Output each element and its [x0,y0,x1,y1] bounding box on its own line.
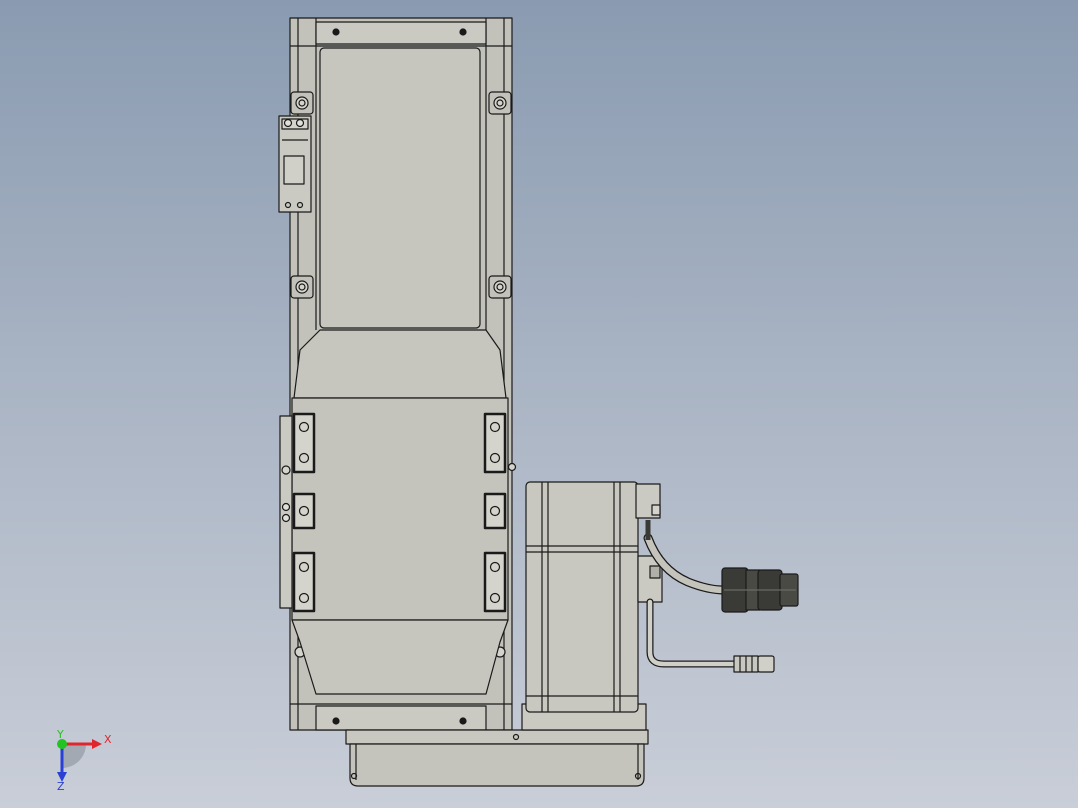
cad-viewport[interactable]: X Y Z [0,0,1078,808]
motor-base-plate [345,729,649,787]
orientation-triad [57,739,102,782]
dust-cover-panel [319,47,481,329]
upper-sensor-bracket [278,115,312,213]
y-axis-label: Y [57,728,64,741]
z-axis-label: Z [57,780,65,793]
x-axis-label: X [104,733,112,746]
linear-actuator-drawing [57,17,799,787]
encoder-connector-plug [733,655,775,673]
power-connector-plug [721,567,799,613]
x-axis-arrow [92,739,102,749]
servo-motor [521,481,647,731]
carriage-block [291,329,509,695]
